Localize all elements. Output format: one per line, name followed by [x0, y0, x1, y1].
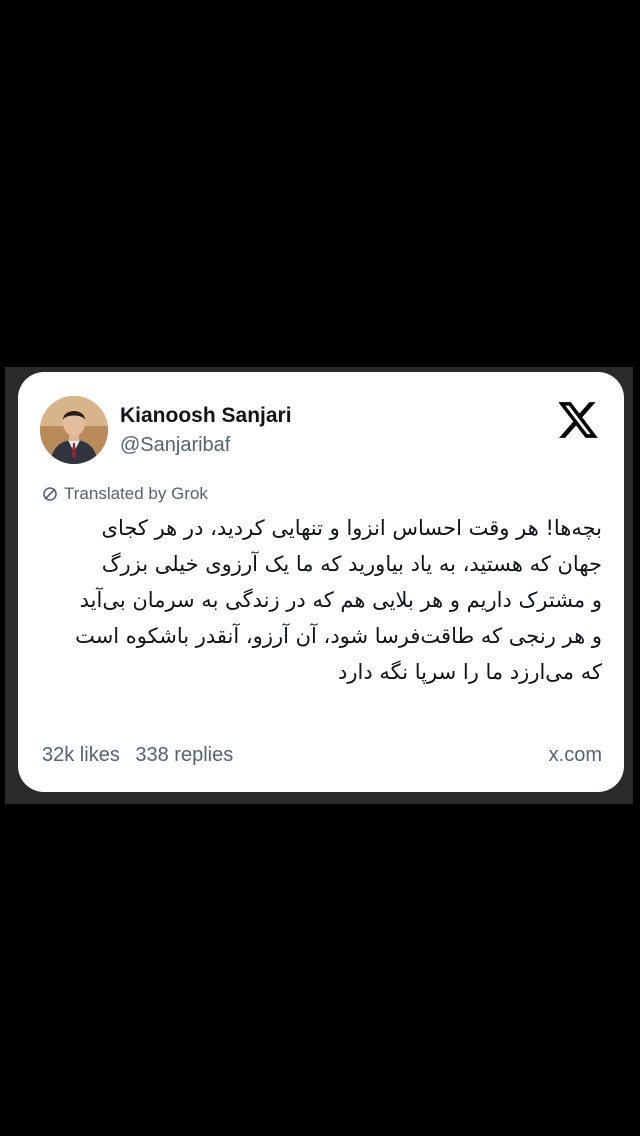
- engagement-stats: 32k likes 338 replies: [42, 744, 233, 767]
- replies-count[interactable]: 338 replies: [135, 744, 233, 766]
- tweet-text-line: و هر رنجی که طاقت‌فرسا شود، آن آرزو، آنق…: [75, 624, 602, 648]
- tweet-text: بچه‌ها! هر وقت احساس انزوا و تنهایی کردی…: [42, 510, 602, 690]
- tweet-text-line: و مشترک داریم و هر بلایی هم که در زندگی …: [79, 588, 602, 612]
- x-logo-icon[interactable]: [556, 398, 600, 442]
- author-handle[interactable]: @Sanjaribaf: [120, 434, 230, 457]
- tweet-text-line: بچه‌ها! هر وقت احساس انزوا و تنهایی کردی…: [101, 516, 602, 540]
- author-name[interactable]: Kianoosh Sanjari: [120, 404, 292, 428]
- translate-icon: [43, 487, 57, 501]
- translation-note: Translated by Grok: [42, 484, 208, 504]
- translation-label: Translated by Grok: [64, 484, 208, 503]
- tweet-footer: 32k likes 338 replies x.com: [42, 744, 602, 767]
- tweet-text-line: جهان که هستید، به یاد بیاورید که ما یک آ…: [101, 552, 602, 576]
- tweet-card[interactable]: Kianoosh Sanjari @Sanjaribaf Translated …: [18, 372, 624, 792]
- source-link[interactable]: x.com: [549, 744, 602, 767]
- tweet-text-line: که می‌ارزد ما را سرپا نگه دارد: [338, 660, 602, 684]
- likes-count[interactable]: 32k likes: [42, 744, 120, 766]
- avatar[interactable]: [40, 396, 108, 464]
